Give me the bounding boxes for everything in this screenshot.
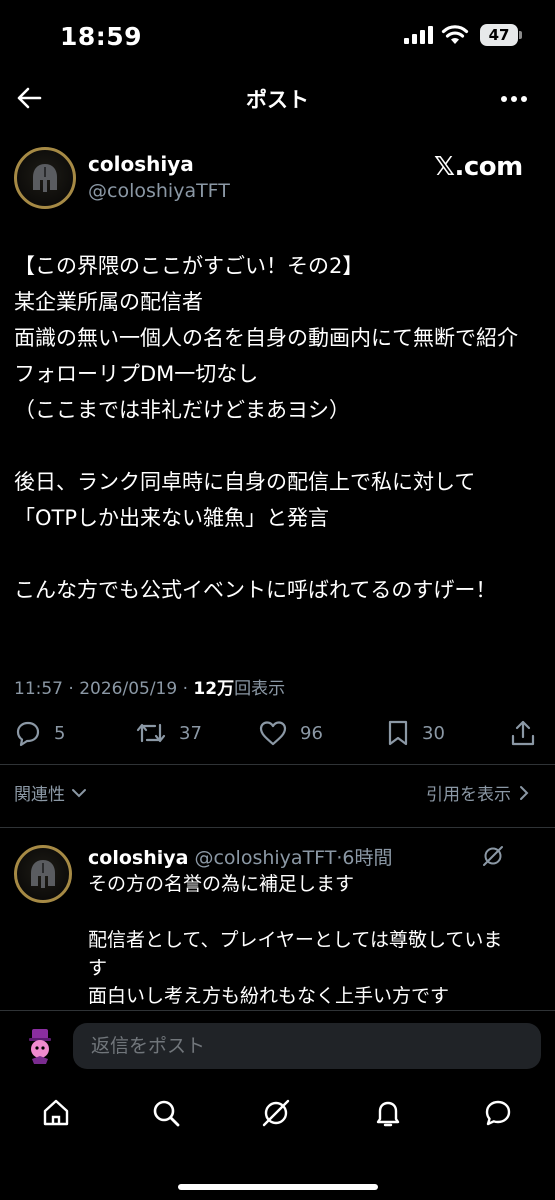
post-timestamp: 11:57 · 2026/05/19 ·	[14, 679, 194, 699]
page-title: ポスト	[246, 88, 309, 112]
reply-text: その方の名誉の為に補足します 配信者として、プレイヤーとしては尊敬していま す …	[88, 873, 503, 1007]
helmet-icon	[31, 860, 55, 888]
ellipsis-icon	[501, 96, 527, 102]
share-button[interactable]	[510, 719, 536, 747]
character-avatar-icon	[29, 1029, 51, 1064]
reply-author-name[interactable]: coloshiya	[88, 847, 188, 869]
divider	[0, 764, 555, 765]
repost-action[interactable]: 37	[135, 719, 202, 747]
reply-author-handle[interactable]: @coloshiyaTFT	[194, 847, 336, 869]
heart-icon	[259, 721, 287, 746]
sort-dropdown[interactable]: 関連性	[14, 780, 87, 805]
bookmark-icon	[388, 720, 408, 746]
author-name[interactable]: coloshiya	[88, 152, 194, 176]
battery-indicator: 47	[480, 24, 518, 46]
bell-icon	[376, 1101, 400, 1127]
tab-grok[interactable]	[260, 1097, 292, 1129]
post-text: 【この界隈のここがすごい！その2】 某企業所属の配信者 面識の無い一個人の名を自…	[14, 254, 518, 602]
view-count: 12万	[193, 679, 235, 699]
more-options-button[interactable]	[500, 95, 528, 103]
author-avatar[interactable]	[14, 147, 76, 209]
tab-messages[interactable]	[482, 1097, 514, 1129]
quotes-label: 引用を表示	[426, 785, 511, 805]
battery-nub	[519, 31, 522, 39]
search-icon	[153, 1100, 180, 1127]
reply-input[interactable]: 返信をポスト	[73, 1023, 541, 1069]
reply-action[interactable]: 5	[14, 719, 65, 747]
view-quotes-link[interactable]: 引用を表示	[426, 780, 529, 805]
message-icon	[485, 1100, 511, 1126]
x-com-watermark: 𝕏.com	[434, 152, 523, 182]
helmet-icon	[33, 164, 57, 192]
status-time: 18:59	[60, 22, 143, 51]
chevron-right-icon	[520, 785, 529, 800]
chevron-down-icon	[72, 788, 86, 797]
home-indicator	[178, 1184, 378, 1190]
reply-author-avatar[interactable]	[14, 845, 72, 903]
like-action[interactable]: 96	[258, 719, 323, 747]
tab-home[interactable]	[40, 1097, 72, 1129]
reply-count: 5	[54, 722, 66, 744]
reply-header: coloshiya @coloshiyaTFT·6時間	[88, 843, 393, 870]
reply-icon	[16, 721, 40, 747]
grok-icon	[483, 846, 503, 866]
grok-icon	[262, 1099, 290, 1127]
view-label: 回表示	[234, 679, 286, 699]
my-avatar[interactable]	[20, 1026, 60, 1066]
tab-notifications[interactable]	[372, 1097, 404, 1129]
grok-button[interactable]	[482, 845, 504, 867]
post-meta: 11:57 · 2026/05/19 · 12万回表示	[14, 674, 285, 699]
divider	[0, 827, 555, 828]
reply-age: ·6時間	[336, 847, 393, 869]
repost-icon	[136, 723, 166, 743]
cellular-signal-icon	[404, 26, 434, 44]
bookmark-action[interactable]: 30	[386, 719, 445, 747]
repost-count: 37	[179, 722, 202, 744]
bookmark-count: 30	[422, 722, 445, 744]
wifi-icon	[441, 24, 469, 46]
home-icon	[43, 1099, 69, 1126]
author-handle[interactable]: @coloshiyaTFT	[88, 180, 230, 202]
sort-label: 関連性	[14, 785, 65, 805]
share-icon	[511, 720, 535, 746]
tab-search[interactable]	[150, 1097, 182, 1129]
like-count: 96	[300, 722, 323, 744]
